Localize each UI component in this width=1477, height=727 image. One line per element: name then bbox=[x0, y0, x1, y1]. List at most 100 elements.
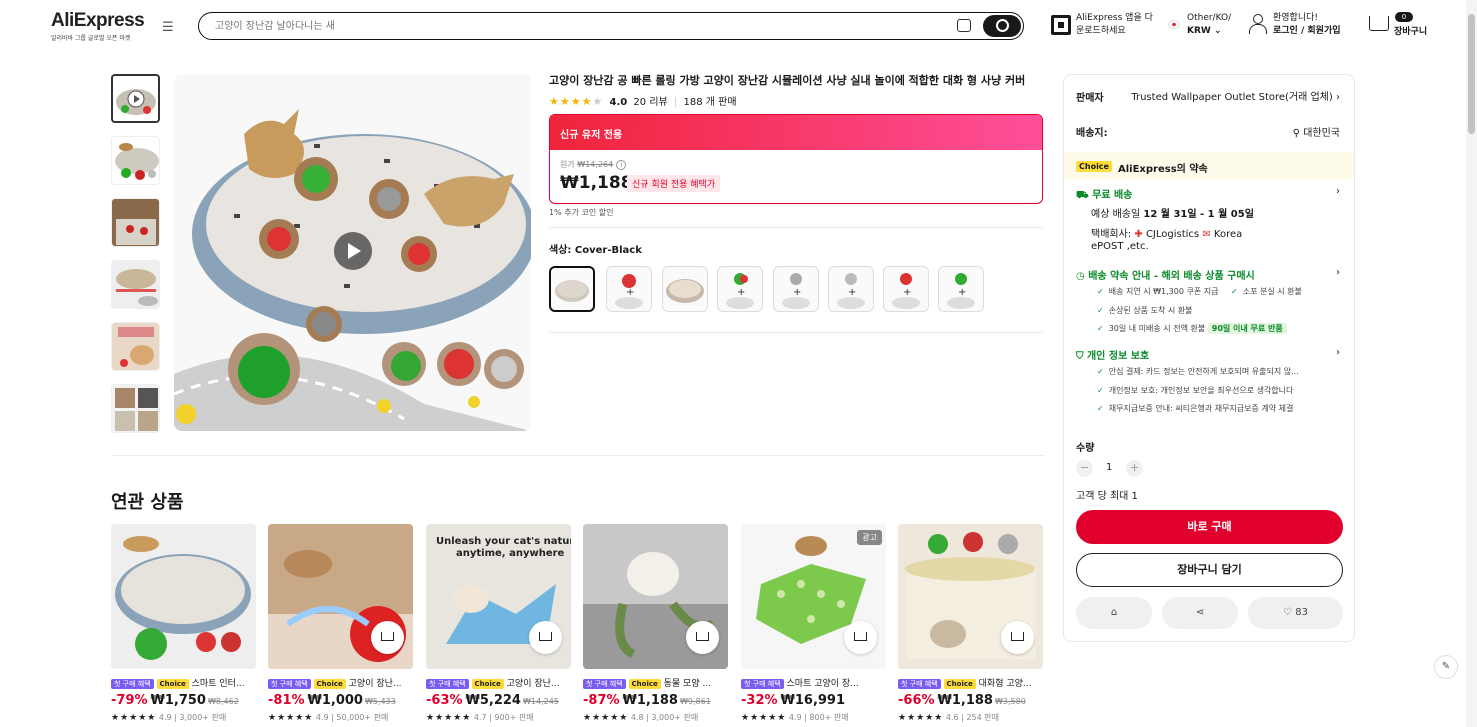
product-card[interactable]: 첫 구매 혜택 Choice 스마트 인터... -79% ₩1,750 ₩8,46… bbox=[111, 524, 256, 723]
main-product-image[interactable] bbox=[174, 74, 531, 431]
color-option[interactable] bbox=[662, 266, 708, 312]
product-image[interactable] bbox=[111, 524, 256, 669]
heart-icon: ♡ bbox=[1283, 607, 1293, 618]
qr-code-icon[interactable] bbox=[1051, 15, 1071, 35]
edit-icon[interactable]: ✎ bbox=[1434, 655, 1458, 679]
product-price-row: -79% ₩1,750 ₩8,462 bbox=[111, 693, 256, 708]
thumbnail-image[interactable] bbox=[111, 136, 160, 185]
free-shipping-row[interactable]: ⛟ 무료 배송 bbox=[1076, 186, 1132, 203]
scrollbar-thumb[interactable] bbox=[1468, 14, 1475, 134]
thumbnail-image[interactable] bbox=[111, 260, 160, 309]
quantity-increase-button[interactable]: + bbox=[1126, 460, 1143, 477]
privacy-row[interactable]: ⛉ 개인 정보 보호 bbox=[1076, 347, 1149, 362]
play-video-icon[interactable] bbox=[334, 232, 372, 270]
privacy-item: 채무지급보증 안내: 씨티은행과 채무지급보증 계약 체결 bbox=[1097, 403, 1294, 414]
product-card[interactable]: 광고 첫 구매 혜택 스마트 고양이 장... -32% ₩16,991 ★★★★… bbox=[741, 524, 886, 723]
add-to-cart-icon[interactable] bbox=[529, 621, 562, 654]
info-icon[interactable]: i bbox=[616, 160, 627, 170]
promise-item: 소포 분실 시 환불 bbox=[1231, 286, 1302, 297]
rating-stars-icon: ★★★★★ bbox=[426, 713, 472, 723]
search-input[interactable] bbox=[215, 17, 915, 35]
product-card[interactable]: 첫 구매 혜택 Choice 동물 모양 ... -87% ₩1,188 ₩9,86… bbox=[583, 524, 728, 723]
cart-icon[interactable] bbox=[1369, 16, 1389, 31]
product-image[interactable] bbox=[898, 524, 1043, 669]
product-image[interactable] bbox=[583, 524, 728, 669]
rating-stars-icon: ★★★★★ bbox=[111, 713, 157, 723]
hamburger-menu-icon[interactable]: ☰ bbox=[162, 20, 174, 35]
color-option[interactable]: + bbox=[717, 266, 763, 312]
product-rating-row: ★★★★★ 4.9 | 800+ 판매 bbox=[741, 712, 886, 723]
ad-badge: 광고 bbox=[857, 530, 882, 545]
promise-item: 배송 지연 시 ₩1,300 쿠폰 지급 bbox=[1097, 286, 1219, 297]
wishlist-button[interactable]: ♡ 83 bbox=[1248, 597, 1343, 629]
original-price: ₩14,245 bbox=[522, 697, 559, 706]
rating-stars-icon: ★★★★★ bbox=[583, 713, 629, 723]
product-name: 동물 모양 ... bbox=[663, 679, 712, 689]
add-to-cart-icon[interactable] bbox=[844, 621, 877, 654]
share-icon: ⋖ bbox=[1195, 607, 1205, 618]
svg-text:anytime, anywhere: anytime, anywhere bbox=[456, 548, 565, 559]
original-price-value: ₩14,264 bbox=[577, 160, 614, 169]
app-download-line1: AliExpress 앱을 다 bbox=[1076, 13, 1153, 23]
svg-text:+: + bbox=[958, 287, 966, 298]
clock-icon: ◷ bbox=[1076, 271, 1085, 282]
color-option[interactable] bbox=[549, 266, 595, 312]
color-option[interactable]: + bbox=[883, 266, 929, 312]
product-image[interactable]: 광고 bbox=[741, 524, 886, 669]
top-header: AliExpress 알리바바 그룹 글로벌 오픈 마켓 ☰ AliExpres… bbox=[0, 0, 1466, 52]
thumbnail-image[interactable] bbox=[111, 384, 160, 433]
add-to-cart-button[interactable]: 장바구니 담기 bbox=[1076, 553, 1343, 587]
thumbnail-image[interactable] bbox=[111, 198, 160, 247]
delivery-promise-row[interactable]: ◷ 배송 약속 안내 - 해외 배송 상품 구매시 bbox=[1076, 267, 1255, 282]
share-button[interactable]: ⋖ bbox=[1162, 597, 1238, 629]
quantity-value[interactable]: 1 bbox=[1106, 462, 1112, 473]
product-rating[interactable]: ★★★★★ 4.0 20 리뷰 | 188 개 판매 bbox=[549, 93, 737, 108]
aliexpress-logo[interactable]: AliExpress 알리바바 그룹 글로벌 오픈 마켓 bbox=[51, 10, 145, 42]
new-user-banner: 신규 유저 전용 bbox=[550, 115, 1042, 150]
color-option[interactable]: + bbox=[828, 266, 874, 312]
product-card[interactable]: 첫 구매 혜택 Choice 대화형 고양... -66% ₩1,188 ₩3,58… bbox=[898, 524, 1043, 723]
thumbnail-image[interactable] bbox=[111, 322, 160, 371]
page-scrollbar[interactable] bbox=[1466, 0, 1477, 727]
chevron-right-icon[interactable]: › bbox=[1336, 186, 1340, 197]
promise-item: 30일 내 미배송 시 전액 환불 90일 이내 무료 반품 bbox=[1097, 323, 1287, 334]
color-option[interactable]: + bbox=[773, 266, 819, 312]
original-price: ₩8,462 bbox=[207, 697, 239, 706]
quantity-decrease-button[interactable]: − bbox=[1076, 460, 1093, 477]
review-count[interactable]: 20 리뷰 bbox=[633, 97, 667, 108]
chevron-right-icon[interactable]: › bbox=[1336, 347, 1340, 358]
add-to-cart-icon[interactable] bbox=[1001, 621, 1034, 654]
color-option[interactable]: + bbox=[938, 266, 984, 312]
app-download-link[interactable]: AliExpress 앱을 다 운로드하세요 bbox=[1076, 12, 1153, 38]
add-to-cart-icon[interactable] bbox=[686, 621, 719, 654]
chevron-right-icon[interactable]: › bbox=[1336, 267, 1340, 278]
product-price: ₩1,188 bbox=[622, 693, 678, 708]
product-tags: 첫 구매 혜택 Choice 대화형 고양... bbox=[898, 676, 1043, 689]
add-to-cart-icon[interactable] bbox=[371, 621, 404, 654]
section-divider bbox=[111, 455, 1044, 456]
thumbnail-video[interactable] bbox=[111, 74, 160, 123]
buy-now-button[interactable]: 바로 구매 bbox=[1076, 510, 1343, 544]
current-price: ₩1,188 bbox=[560, 173, 633, 193]
product-card[interactable]: 첫 구매 혜택 Choice 고양이 장난... -81% ₩1,000 ₩5,43… bbox=[268, 524, 413, 723]
product-image[interactable]: Unleash your cat's nature, anytime, anywh… bbox=[426, 524, 571, 669]
user-icon[interactable] bbox=[1249, 14, 1267, 34]
seller-link[interactable]: Trusted Wallpaper Outlet Store(거래 업체) › bbox=[1131, 88, 1340, 103]
color-option[interactable]: + bbox=[606, 266, 652, 312]
sold-count: 188 개 판매 bbox=[683, 97, 737, 108]
eta-prefix: 예상 배송일 bbox=[1091, 209, 1141, 220]
ship-to-selector[interactable]: ⚲ 대한민국 bbox=[1293, 124, 1340, 139]
store-button[interactable]: ⌂ bbox=[1076, 597, 1152, 629]
cart-label[interactable]: 장바구니 bbox=[1394, 24, 1427, 37]
camera-search-icon[interactable] bbox=[957, 19, 971, 32]
search-button[interactable] bbox=[983, 15, 1021, 37]
app-download-line2: 운로드하세요 bbox=[1076, 26, 1126, 36]
rating-stars-icon: ★★★★★ bbox=[898, 713, 944, 723]
region-selector[interactable]: Other/KO/ KRW ⌄ bbox=[1187, 12, 1231, 38]
ship-to-label: 배송지: bbox=[1076, 128, 1108, 139]
product-image[interactable] bbox=[268, 524, 413, 669]
region-line1: Other/KO/ bbox=[1187, 13, 1232, 23]
courier-name: CJLogistics bbox=[1145, 229, 1200, 240]
login-link[interactable]: 환영합니다! 로그인 / 회원가입 bbox=[1273, 12, 1341, 38]
product-card[interactable]: Unleash your cat's nature, anytime, anywh… bbox=[426, 524, 571, 723]
